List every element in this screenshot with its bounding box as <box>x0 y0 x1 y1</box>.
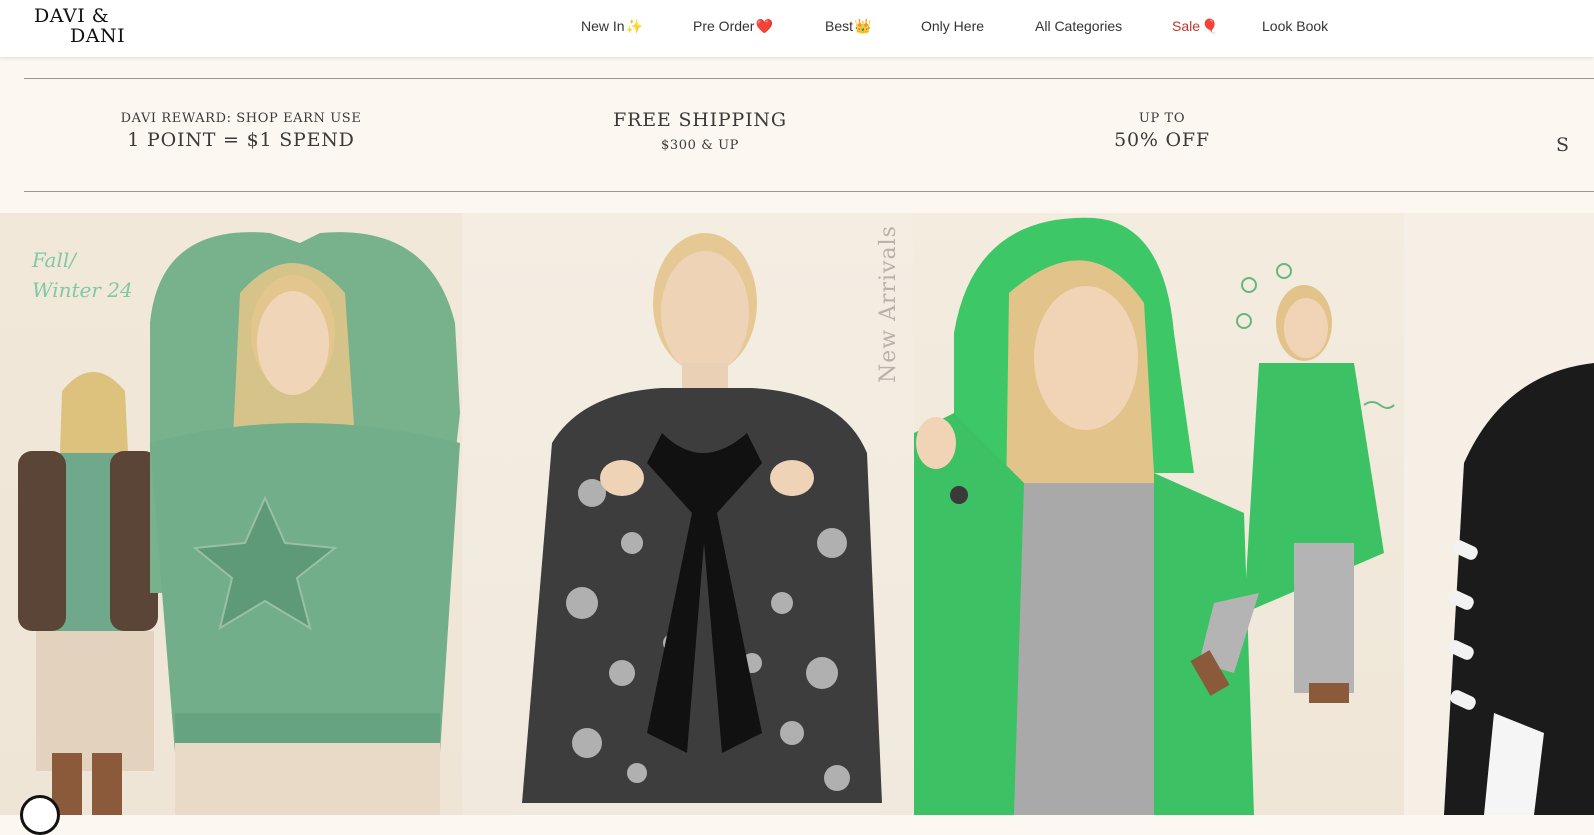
nav-label: Look Book <box>1262 18 1329 34</box>
nav-item-all-categories[interactable]: All Categories <box>1035 18 1122 34</box>
promo-shipping-line1: FREE SHIPPING <box>613 109 787 131</box>
nav-item-best[interactable]: Best 👑 <box>825 18 871 35</box>
hero-banner-green-cardigan[interactable] <box>914 213 1404 815</box>
nav-label: All Categories <box>1035 18 1123 34</box>
promo-reward-line1: DAVI REWARD: SHOP EARN USE <box>120 111 362 126</box>
hero-banner-fall-winter[interactable]: Fall/ Winter 24 <box>0 213 462 815</box>
brand-logo[interactable]: DAVI & DANI <box>34 6 125 46</box>
hero-banner-new-arrivals[interactable]: New Arrivals <box>462 213 914 815</box>
promo-sale[interactable]: UP TO 50% OFF <box>1062 111 1262 151</box>
promo-partial[interactable]: S <box>1556 134 1594 156</box>
nav-item-look-book[interactable]: Look Book <box>1262 18 1328 34</box>
nav-label: New In <box>581 18 625 34</box>
hero-image-sage-sweatshirt <box>18 232 460 815</box>
hero-image-patterned-jacket <box>522 233 882 803</box>
nav-item-sale[interactable]: Sale 🎈 <box>1172 18 1218 35</box>
nav-item-only-here[interactable]: Only Here <box>921 18 984 34</box>
chat-widget-button[interactable] <box>20 795 60 835</box>
promo-reward[interactable]: DAVI REWARD: SHOP EARN USE 1 POINT = $1 … <box>105 111 377 151</box>
sparkle-icon: ✨ <box>625 17 644 34</box>
hero-banner-black-sweater[interactable] <box>1404 213 1594 815</box>
script-winter: Winter 24 <box>32 278 133 302</box>
nav-label: Pre Order <box>693 18 755 34</box>
nav-item-pre-order[interactable]: Pre Order ❤️ <box>693 18 773 35</box>
promo-free-shipping[interactable]: FREE SHIPPING $300 & UP <box>580 109 820 153</box>
hero-image-black-sweater <box>1444 363 1594 815</box>
promo-divider-top <box>24 78 1594 79</box>
vertical-new-arrivals: New Arrivals <box>876 225 901 383</box>
nav-item-new-in[interactable]: New In ✨ <box>581 18 643 35</box>
site-header: DAVI & DANI New In ✨ Pre Order ❤️ Best 👑… <box>0 0 1594 57</box>
hero-image-green-cardigan <box>914 217 1395 815</box>
script-fall: Fall/ <box>32 248 76 272</box>
promo-partial-line1: S <box>1556 134 1570 156</box>
balloon-icon: 🎈 <box>1201 17 1219 34</box>
nav-label: Best <box>825 18 854 34</box>
promo-shipping-line2: $300 & UP <box>660 138 740 153</box>
promo-divider-bottom <box>24 191 1594 192</box>
logo-line-2: DANI <box>70 25 126 47</box>
promo-sale-line2: 50% OFF <box>1114 129 1210 151</box>
nav-label: Sale <box>1172 18 1201 34</box>
nav-label: Only Here <box>921 18 985 34</box>
promo-reward-line2: 1 POINT = $1 SPEND <box>127 129 355 151</box>
heart-icon: ❤️ <box>755 17 773 34</box>
logo-line-1: DAVI & <box>34 5 110 27</box>
crown-icon: 👑 <box>854 17 872 34</box>
promo-sale-line1: UP TO <box>1138 111 1186 126</box>
